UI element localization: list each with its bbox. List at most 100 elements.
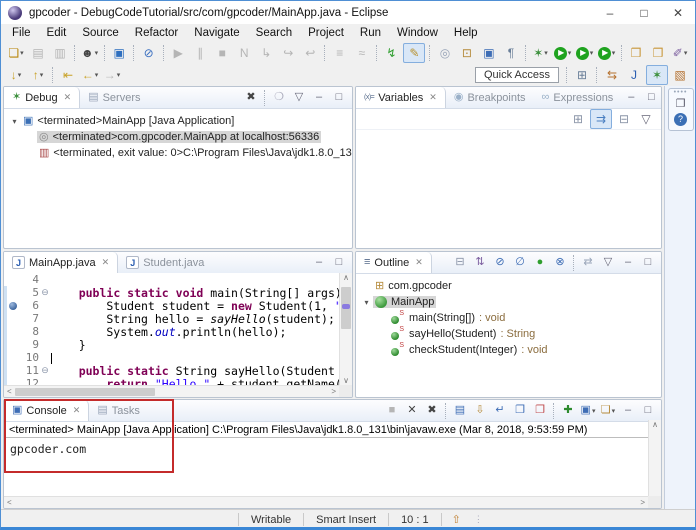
editor-horizontal-scrollbar[interactable]: < > [4,385,339,397]
close-tab-icon[interactable]: ✕ [429,92,437,103]
outline-tree-item-mainapp[interactable]: ▾MainApp [356,294,661,310]
run-icon[interactable]: ▶▾ [553,44,573,62]
close-tab-icon[interactable]: ✕ [64,92,72,103]
step-return-icon[interactable]: ↩ [300,44,320,62]
breakpoint-icon[interactable] [9,302,17,310]
show-breadcrumb-icon[interactable]: ▣ [479,44,499,62]
javaee-perspective-icon[interactable]: ▧ [670,66,690,84]
disconnect-icon[interactable]: N [234,44,254,62]
show-logical-structure-icon[interactable]: ⊞ [568,110,588,128]
quick-access-button[interactable]: Quick Access [475,67,559,83]
link-with-editor-icon[interactable]: ⇄ [579,255,597,271]
java-perspective-icon[interactable]: J [624,66,644,84]
new-wizard-icon[interactable]: ❏▾ [6,44,26,62]
code-line-5[interactable]: 5⊖ public static void main(String[] args… [4,286,339,299]
team-sync-icon[interactable]: ⇆ [602,66,622,84]
tab-variables[interactable]: (x)=Variables✕ [356,87,446,108]
terminate-icon[interactable]: ■ [212,44,232,62]
code-area[interactable]: 45⊖ public static void main(String[] arg… [4,273,339,385]
hide-fields-icon[interactable]: ⊘ [491,255,509,271]
hide-non-public-icon[interactable]: ● [531,255,549,271]
tab-outline[interactable]: ≡Outline✕ [356,252,432,273]
previous-annotation-icon[interactable]: ↑▾ [28,66,48,84]
account-icon[interactable]: ☻▾ [80,44,100,62]
maximize-icon[interactable]: □ [642,90,660,106]
pin-console-icon[interactable]: ✚ [559,403,577,419]
show-columns-icon[interactable]: ⇉ [590,109,612,129]
outline-tree-item-main-string[interactable]: main(String[]) : void [356,310,661,326]
maximize-icon[interactable]: □ [330,90,348,106]
menu-navigate[interactable]: Navigate [186,27,247,39]
remove-all-terminated-icon[interactable]: ✖ [242,90,260,106]
drop-to-frame-icon[interactable]: ≡ [330,44,350,62]
tab-tasks[interactable]: ▤Tasks [89,400,148,421]
show-stdout-icon[interactable]: ❐ [511,403,529,419]
minimize-icon[interactable]: – [619,255,637,271]
view-menu-icon[interactable]: ▽ [599,255,617,271]
minimize-icon[interactable]: – [622,90,640,106]
code-line-4[interactable]: 4 [4,273,339,286]
minimize-icon[interactable]: – [310,90,328,106]
code-line-10[interactable]: 10 [4,351,339,364]
show-whitespace-icon[interactable]: ¶ [501,44,521,62]
menu-window[interactable]: Window [389,27,446,39]
debug-icon[interactable]: ✶▾ [531,44,551,62]
use-step-filters-icon[interactable]: ≈ [352,44,372,62]
save-icon[interactable]: ▤ [28,44,48,62]
open-perspective-icon[interactable]: ⊞ [572,66,592,84]
open-resource-icon[interactable]: ❒ [648,44,668,62]
menu-project[interactable]: Project [300,27,352,39]
close-button[interactable]: ✕ [661,1,695,24]
profile-icon[interactable]: ↯ [381,44,401,62]
outline-tree-item-checkstudent-integer[interactable]: checkStudent(Integer) : void [356,342,661,358]
open-folder-icon[interactable]: ❒ [626,44,646,62]
tab-console[interactable]: ▣Console✕ [4,400,89,421]
save-all-icon[interactable]: ▥ [50,44,70,62]
display-selected-console-icon[interactable]: ▣▾ [579,403,597,419]
code-line-6[interactable]: 6 Student student = new Student(1, "GP C… [4,299,339,312]
back-icon[interactable]: ←▾ [80,66,100,84]
fold-icon[interactable]: ⊖ [39,287,51,298]
outline-tree-item-com-gpcoder[interactable]: ⊞com.gpcoder [356,278,661,294]
tab-servers[interactable]: ▤Servers [80,87,148,108]
sort-icon[interactable]: ⇅ [471,255,489,271]
menu-search[interactable]: Search [248,27,300,39]
open-task-icon[interactable]: ◎ [435,44,455,62]
cheat-sheets-icon[interactable]: ? [674,111,687,127]
close-tab-icon[interactable]: ✕ [415,257,423,268]
debug-tree-item-terminated-com-gpcoder-mainapp[interactable]: ◎<terminated>com.gpcoder.MainApp at loca… [4,129,352,145]
open-console-icon[interactable]: ❏▾ [599,403,617,419]
view-menu-icon[interactable]: ▽ [636,110,656,128]
step-into-icon[interactable]: ↳ [256,44,276,62]
menu-refactor[interactable]: Refactor [127,27,186,39]
console-horizontal-scrollbar[interactable]: < > [4,496,648,508]
view-menu-icon[interactable]: ▽ [290,90,308,106]
remove-all-terminated-icon[interactable]: ✖ [423,403,441,419]
code-line-8[interactable]: 8 System.out.println(hello); [4,325,339,338]
scroll-lock-icon[interactable]: ⇩ [471,403,489,419]
menu-help[interactable]: Help [446,27,486,39]
expander-icon[interactable]: ▾ [8,117,21,126]
code-line-9[interactable]: 9 } [4,338,339,351]
menu-run[interactable]: Run [352,27,389,39]
close-tab-icon[interactable]: ✕ [102,257,110,268]
search-icon[interactable]: ✐▾ [670,44,690,62]
close-tab-icon[interactable]: ✕ [73,405,81,416]
tab-student-java[interactable]: JStudent.java [118,252,212,273]
word-wrap-icon[interactable]: ↵ [491,403,509,419]
open-type-icon[interactable]: ⊡ [457,44,477,62]
debug-tree-item-terminated-mainapp-java-applic[interactable]: ▾▣<terminated>MainApp [Java Application] [4,113,352,129]
maximize-button[interactable]: □ [627,1,661,24]
suspend-icon[interactable]: ∥ [190,44,210,62]
tab-expressions[interactable]: ∞Expressions [534,87,622,108]
step-over-icon[interactable]: ↪ [278,44,298,62]
mark-occurrences-icon[interactable]: ✎ [403,43,425,63]
maximize-icon[interactable]: □ [330,255,348,271]
resume-icon[interactable]: ▶ [168,44,188,62]
remove-launch-icon[interactable]: ✕ [403,403,421,419]
collapse-all-icon[interactable]: ⊟ [614,110,634,128]
tab-breakpoints[interactable]: ◉Breakpoints [446,87,534,108]
expander-icon[interactable]: ▾ [360,298,373,307]
scrollbar-thumb[interactable] [15,388,155,396]
menu-source[interactable]: Source [74,27,126,39]
